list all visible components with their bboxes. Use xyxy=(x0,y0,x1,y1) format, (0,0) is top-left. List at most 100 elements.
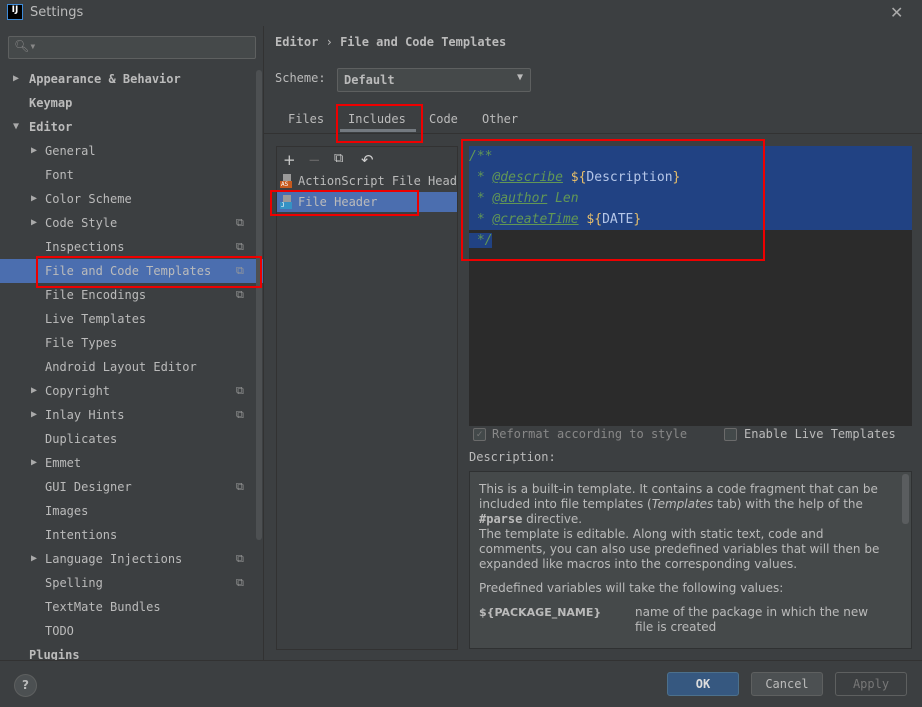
scheme-label: Scheme: xyxy=(275,71,326,85)
sidebar-item[interactable]: ▶ Code Style ⧉ xyxy=(0,211,263,235)
sidebar-item-label: Keymap xyxy=(29,96,73,110)
sidebar-item[interactable]: Intentions xyxy=(0,523,263,547)
window-title: Settings xyxy=(30,5,84,20)
template-list-item[interactable]: AS ActionScript File Header xyxy=(277,171,457,191)
sidebar-item[interactable]: ▶ Language Injections ⧉ xyxy=(0,547,263,571)
code-token: DATE xyxy=(602,212,634,227)
tab-files[interactable]: Files xyxy=(288,112,324,134)
project-scope-icon: ⧉ xyxy=(236,408,244,421)
sidebar-item[interactable]: File Types xyxy=(0,331,263,355)
sidebar-item-label: Inspections xyxy=(45,240,125,254)
description-panel: This is a built-in template. It contains… xyxy=(469,471,912,649)
code-line: /** xyxy=(469,146,912,167)
reformat-label: Reformat according to style xyxy=(492,427,688,441)
sidebar-item-label: Inlay Hints xyxy=(45,408,125,422)
chevron-down-icon[interactable]: ▼ xyxy=(13,115,19,139)
remove-icon[interactable]: − xyxy=(308,151,321,169)
sidebar-item-label: Code Style xyxy=(45,216,118,230)
code-token: /** xyxy=(469,149,493,164)
sidebar-item[interactable]: ▶ Inlay Hints ⧉ xyxy=(0,403,263,427)
sidebar-item[interactable]: Font xyxy=(0,163,263,187)
code-token: @author xyxy=(492,191,548,206)
app-logo-icon: IJ xyxy=(7,4,23,20)
code-token: */ xyxy=(469,233,493,248)
code-token: * xyxy=(469,191,493,206)
sidebar-item[interactable]: TODO xyxy=(0,619,263,643)
breadcrumb: Editor › File and Code Templates xyxy=(275,35,507,49)
sidebar-scrollbar[interactable] xyxy=(256,70,262,540)
sidebar-item-label: Editor xyxy=(29,120,73,134)
chevron-right-icon[interactable]: ▶ xyxy=(31,139,37,163)
chevron-right-icon[interactable]: ▶ xyxy=(31,403,37,427)
chevron-right-icon[interactable]: ▶ xyxy=(31,211,37,235)
chevron-right-icon[interactable]: ▶ xyxy=(31,187,37,211)
code-line: * @createTime ${DATE} xyxy=(469,209,912,230)
help-button[interactable]: ? xyxy=(14,674,37,697)
code-token: * xyxy=(469,212,493,227)
tab-other[interactable]: Other xyxy=(482,112,518,134)
project-scope-icon: ⧉ xyxy=(236,288,244,301)
code-line: */ xyxy=(469,230,493,251)
chevron-right-icon[interactable]: ▶ xyxy=(31,547,37,571)
sidebar-item-label: Appearance & Behavior xyxy=(29,72,181,86)
chevron-right-icon[interactable]: ▶ xyxy=(31,379,37,403)
description-scrollbar[interactable] xyxy=(902,474,909,524)
file-template-icon: AS xyxy=(280,174,292,188)
add-icon[interactable]: + xyxy=(283,151,296,169)
project-scope-icon: ⧉ xyxy=(236,216,244,229)
project-scope-icon: ⧉ xyxy=(236,264,244,277)
cancel-button[interactable]: Cancel xyxy=(751,672,823,696)
sidebar-item[interactable]: File Encodings ⧉ xyxy=(0,283,263,307)
sidebar-item[interactable]: GUI Designer ⧉ xyxy=(0,475,263,499)
sidebar-item-label: File Types xyxy=(45,336,118,350)
sidebar-item-label: File and Code Templates xyxy=(45,264,212,278)
apply-button[interactable]: Apply xyxy=(835,672,907,696)
sidebar-item[interactable]: TextMate Bundles xyxy=(0,595,263,619)
search-input[interactable]: 🔍︎▾ xyxy=(8,36,256,59)
sidebar-item-label: Copyright xyxy=(45,384,111,398)
template-list-panel: + − ⧉ ↶ AS ActionScript File Header J File … xyxy=(276,146,458,650)
sidebar-item[interactable]: Images xyxy=(0,499,263,523)
active-tab-indicator xyxy=(340,129,416,132)
close-icon[interactable]: ✕ xyxy=(890,3,903,22)
tab-code[interactable]: Code xyxy=(429,112,458,134)
reset-icon[interactable]: ↶ xyxy=(361,151,374,169)
chevron-right-icon[interactable]: ▶ xyxy=(31,451,37,475)
code-token: @createTime xyxy=(492,212,579,227)
ok-button[interactable]: OK xyxy=(667,672,739,696)
chevron-right-icon[interactable]: ▶ xyxy=(13,67,19,91)
code-token: @describe xyxy=(492,170,563,185)
sidebar-item[interactable]: Live Templates xyxy=(0,307,263,331)
sidebar-item[interactable]: ▶ General xyxy=(0,139,263,163)
sidebar-item[interactable]: Spelling ⧉ xyxy=(0,571,263,595)
scheme-dropdown[interactable]: Default ▼ xyxy=(337,68,531,92)
copy-icon[interactable]: ⧉ xyxy=(334,151,343,166)
sidebar-item-label: Spelling xyxy=(45,576,103,590)
sidebar-item[interactable]: ▶ Emmet xyxy=(0,451,263,475)
sidebar-item[interactable]: ▼ Editor xyxy=(0,115,263,139)
sidebar-item-label: Intentions xyxy=(45,528,118,542)
sidebar-item[interactable]: Inspections ⧉ xyxy=(0,235,263,259)
live-templates-checkbox[interactable] xyxy=(724,428,737,441)
sidebar-item-label: Duplicates xyxy=(45,432,118,446)
code-token: $ xyxy=(570,170,579,185)
project-scope-icon: ⧉ xyxy=(236,552,244,565)
title-bar: IJ Settings ✕ xyxy=(0,0,922,26)
project-scope-icon: ⧉ xyxy=(236,384,244,397)
template-list-item[interactable]: J File Header xyxy=(277,192,457,212)
sidebar-item[interactable]: File and Code Templates ⧉ xyxy=(0,259,263,283)
sidebar-item-label: General xyxy=(45,144,96,158)
sidebar-item[interactable]: Keymap xyxy=(0,91,263,115)
project-scope-icon: ⧉ xyxy=(236,480,244,493)
dialog-footer: ? OK Cancel Apply xyxy=(0,660,922,707)
sidebar-item[interactable]: Android Layout Editor xyxy=(0,355,263,379)
sidebar-item[interactable]: ▶ Appearance & Behavior xyxy=(0,67,263,91)
sidebar-item[interactable]: ▶ Color Scheme xyxy=(0,187,263,211)
sidebar-item[interactable]: Duplicates xyxy=(0,427,263,451)
template-code-editor[interactable]: /** * @describe ${Description} * @author… xyxy=(469,146,912,426)
search-icon: 🔍︎▾ xyxy=(14,39,37,53)
reformat-checkbox[interactable]: ✓ xyxy=(473,428,486,441)
chevron-down-icon: ▼ xyxy=(516,72,523,83)
live-templates-label: Enable Live Templates xyxy=(744,427,896,441)
sidebar-item[interactable]: ▶ Copyright ⧉ xyxy=(0,379,263,403)
